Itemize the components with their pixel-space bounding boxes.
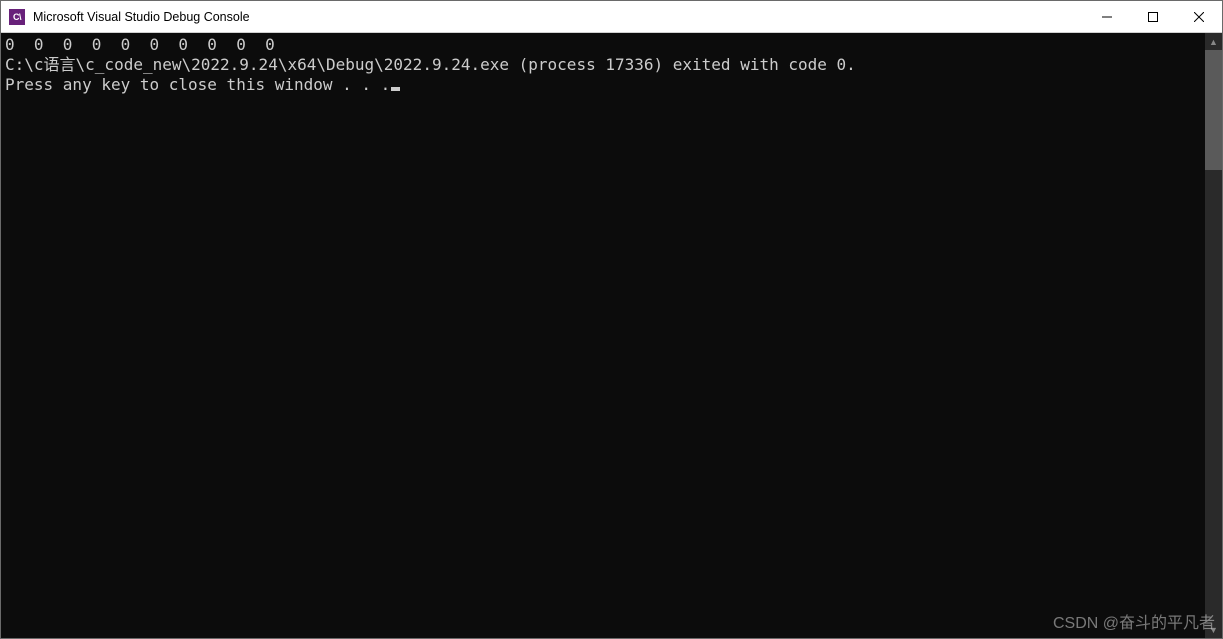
output-line: 0 0 0 0 0 0 0 0 0 0: [5, 35, 1201, 55]
scroll-down-arrow-icon[interactable]: ▼: [1205, 621, 1222, 638]
output-prompt: Press any key to close this window . . .: [5, 75, 1201, 95]
vertical-scrollbar[interactable]: ▲ ▼: [1205, 33, 1222, 638]
maximize-icon: [1148, 12, 1158, 22]
close-button[interactable]: [1176, 1, 1222, 32]
maximize-button[interactable]: [1130, 1, 1176, 32]
titlebar[interactable]: C\ Microsoft Visual Studio Debug Console: [1, 1, 1222, 33]
scroll-up-arrow-icon[interactable]: ▲: [1205, 33, 1222, 50]
close-icon: [1194, 12, 1204, 22]
cursor: [391, 87, 400, 91]
app-icon-text: C\: [13, 12, 21, 22]
console-area: 0 0 0 0 0 0 0 0 0 0C:\c语言\c_code_new\202…: [1, 33, 1222, 638]
window-controls: [1084, 1, 1222, 32]
output-line: C:\c语言\c_code_new\2022.9.24\x64\Debug\20…: [5, 55, 1201, 75]
console-window: C\ Microsoft Visual Studio Debug Console…: [0, 0, 1223, 639]
minimize-button[interactable]: [1084, 1, 1130, 32]
output-line-text: Press any key to close this window . . .: [5, 75, 390, 94]
console-output[interactable]: 0 0 0 0 0 0 0 0 0 0C:\c语言\c_code_new\202…: [1, 33, 1205, 638]
window-title: Microsoft Visual Studio Debug Console: [33, 10, 1084, 24]
scroll-thumb[interactable]: [1205, 50, 1222, 170]
minimize-icon: [1102, 12, 1112, 22]
app-icon: C\: [9, 9, 25, 25]
